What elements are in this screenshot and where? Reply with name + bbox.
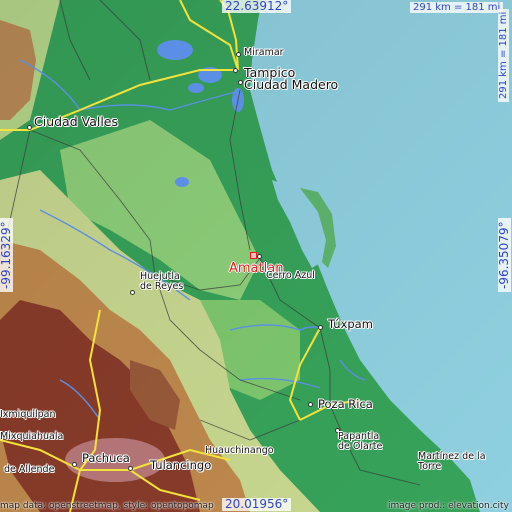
city-label-tuxpam[interactable]: Túxpam [328,318,373,330]
city-label-huejutla[interactable]: Huejutla de Reyes [140,272,184,292]
coord-lat-bottom: 20.01956° [222,498,292,511]
target-marker-icon[interactable] [250,252,257,259]
city-label-ciudad-valles[interactable]: Ciudad Valles [34,115,118,128]
city-label-ixmiquilpan[interactable]: Ixmiquilpan [0,410,56,420]
city-dot-huejutla[interactable] [130,290,135,295]
city-dot-tuxpam[interactable] [318,325,323,330]
city-dot-miramar[interactable] [236,52,241,57]
scale-vertical: 291 km = 181 mi [498,8,509,102]
coord-lat-top: 22.63912° [222,0,292,13]
city-label-papantla[interactable]: Papantla de Olarte [338,432,394,452]
city-label-pachuca[interactable]: Pachuca [82,452,130,464]
city-dot-pachuca[interactable] [72,462,77,467]
city-label-miramar[interactable]: Miramar [244,48,284,58]
city-label-cerro-azul[interactable]: Cerro Azul [266,271,315,281]
credit-image-prod: image prod.: elevation.city [388,501,509,511]
coord-lon-right: -96.35079° [497,218,511,292]
city-label-tulancingo[interactable]: Tulancingo [150,459,211,471]
city-dot-tampico[interactable] [233,68,238,73]
city-dot-ciudad-madero[interactable] [238,80,243,85]
city-label-de-allende[interactable]: de Allende [4,465,54,475]
city-dot-tulancingo[interactable] [128,466,133,471]
city-dot-poza-rica[interactable] [308,402,313,407]
city-label-martinez[interactable]: Martínez de la Torre [418,452,488,472]
city-label-poza-rica[interactable]: Poza Rica [318,398,373,410]
scale-horizontal: 291 km = 181 mi [410,2,504,13]
city-label-mixquiahuala[interactable]: Mixquiahuala [0,432,63,442]
city-dot-cerro-azul[interactable] [257,254,262,259]
city-dot-ciudad-valles[interactable] [27,125,32,130]
credit-map-data: map data: openstreetmap, style: opentopo… [0,501,214,511]
coord-lon-left: -99.16329° [0,218,13,292]
city-label-huauchinango[interactable]: Huauchinango [205,446,274,456]
map-canvas[interactable]: Amatlan Miramar Tampico Ciudad Madero Ci… [0,0,512,512]
city-label-ciudad-madero[interactable]: Ciudad Madero [244,78,338,91]
